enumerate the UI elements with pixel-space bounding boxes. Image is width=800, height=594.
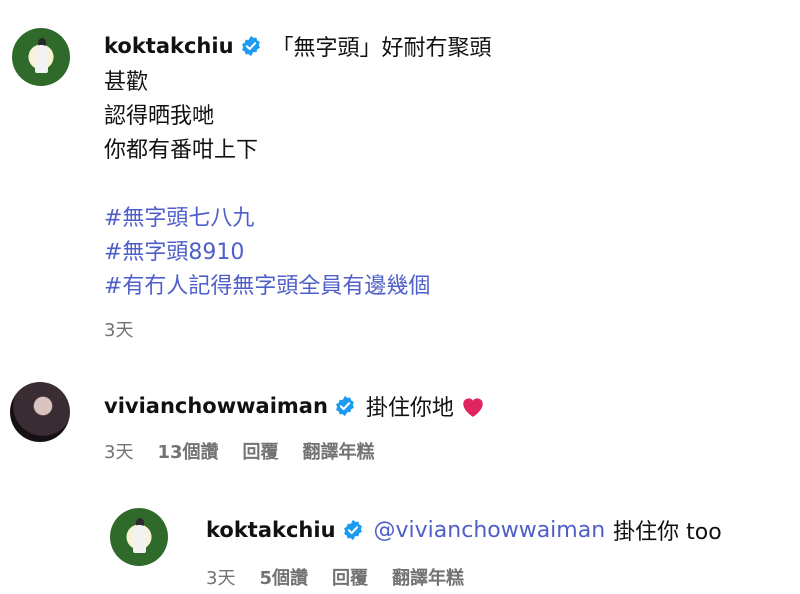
username[interactable]: koktakchiu (104, 34, 234, 58)
comment-text: 掛住你地 (365, 396, 454, 421)
timestamp[interactable]: 3天 (104, 316, 133, 342)
comment-line: 甚歡 (104, 70, 149, 95)
likes-count[interactable]: 5個讚 (259, 564, 308, 590)
comment-line: 你都有番咁上下 (104, 138, 259, 163)
hashtag-link[interactable]: #有冇人記得無字頭全員有邊幾個 (104, 268, 430, 300)
avatar[interactable] (10, 382, 70, 442)
comment-first-line: 「無字頭」好耐冇聚頭 (271, 36, 492, 61)
comment-header: koktakchiu @vivianchowwaiman 掛住你 too (206, 514, 722, 546)
reply-button[interactable]: 回覆 (243, 438, 279, 464)
comment-text: 掛住你 too (613, 520, 722, 545)
hashtag-link[interactable]: #無字頭七八九 (104, 200, 254, 232)
comment-meta: 3天 5個讚 回覆 翻譯年糕 (206, 564, 464, 590)
comment-meta: 3天 (104, 316, 133, 342)
avatar-figure (133, 525, 146, 554)
comment-meta: 3天 13個讚 回覆 翻譯年糕 (104, 438, 375, 464)
mention-link[interactable]: @vivianchowwaiman (374, 518, 606, 543)
likes-count[interactable]: 13個讚 (157, 438, 218, 464)
verified-badge-icon (241, 35, 260, 57)
heart-icon (463, 398, 483, 417)
username[interactable]: koktakchiu (206, 518, 336, 542)
comment-header: vivianchowwaiman 掛住你地 (104, 390, 486, 422)
username[interactable]: vivianchowwaiman (104, 394, 328, 418)
timestamp[interactable]: 3天 (206, 564, 235, 590)
comment-header: koktakchiu 「無字頭」好耐冇聚頭 (104, 30, 492, 62)
hashtag-link[interactable]: #無字頭8910 (104, 234, 244, 266)
avatar[interactable] (110, 508, 168, 566)
verified-badge-icon (343, 519, 362, 541)
avatar[interactable] (12, 28, 70, 86)
translate-button[interactable]: 翻譯年糕 (303, 438, 375, 464)
comment-line: 認得晒我哋 (104, 104, 215, 129)
translate-button[interactable]: 翻譯年糕 (392, 564, 464, 590)
avatar-figure (35, 45, 48, 74)
timestamp[interactable]: 3天 (104, 438, 133, 464)
reply-button[interactable]: 回覆 (332, 564, 368, 590)
verified-badge-icon (336, 395, 354, 417)
